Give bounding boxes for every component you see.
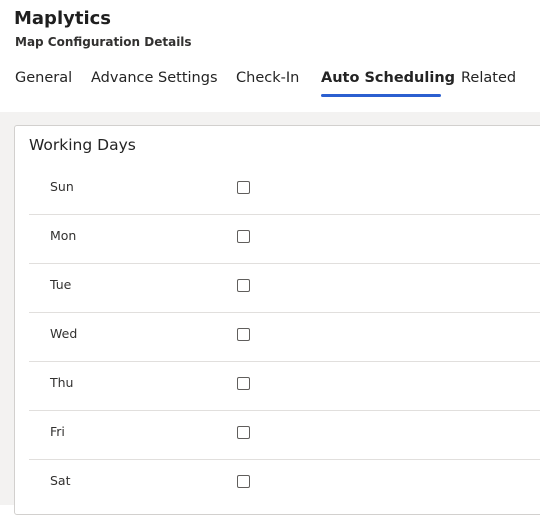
checkbox-thu[interactable]	[237, 377, 250, 390]
tab-bar: General Advance Settings Check-In Auto S…	[0, 64, 540, 104]
checkbox-sat[interactable]	[237, 475, 250, 488]
list-item: Mon	[29, 226, 540, 275]
tab-auto-scheduling[interactable]: Auto Scheduling	[321, 70, 455, 86]
day-label-wed: Wed	[50, 326, 78, 341]
list-item: Wed	[29, 324, 540, 373]
day-label-sat: Sat	[50, 473, 71, 488]
row-divider	[29, 312, 540, 313]
row-divider	[29, 410, 540, 411]
day-label-thu: Thu	[50, 375, 74, 390]
tab-general[interactable]: General	[15, 70, 72, 86]
row-divider	[29, 459, 540, 460]
checkbox-sun[interactable]	[237, 181, 250, 194]
list-item: Sat	[29, 471, 540, 520]
tab-related[interactable]: Related	[461, 70, 516, 86]
row-divider	[29, 361, 540, 362]
active-tab-indicator	[321, 94, 441, 97]
tab-advance-settings[interactable]: Advance Settings	[91, 70, 218, 86]
list-item: Tue	[29, 275, 540, 324]
app-title: Maplytics	[14, 8, 112, 29]
day-label-fri: Fri	[50, 424, 65, 439]
day-label-tue: Tue	[50, 277, 72, 292]
page-header: Maplytics Map Configuration Details Gene…	[0, 0, 540, 112]
working-days-section: Working Days Sun Mon Tue Wed Thu Fri Sat	[14, 125, 540, 515]
checkbox-tue[interactable]	[237, 279, 250, 292]
form-subtitle: Map Configuration Details	[15, 35, 192, 49]
checkbox-wed[interactable]	[237, 328, 250, 341]
list-item: Sun	[29, 177, 540, 226]
tab-check-in[interactable]: Check-In	[236, 70, 299, 86]
section-title: Working Days	[29, 136, 136, 154]
list-item: Fri	[29, 422, 540, 471]
row-divider	[29, 263, 540, 264]
day-label-sun: Sun	[50, 179, 74, 194]
checkbox-mon[interactable]	[237, 230, 250, 243]
row-divider	[29, 214, 540, 215]
list-item: Thu	[29, 373, 540, 422]
checkbox-fri[interactable]	[237, 426, 250, 439]
day-label-mon: Mon	[50, 228, 77, 243]
